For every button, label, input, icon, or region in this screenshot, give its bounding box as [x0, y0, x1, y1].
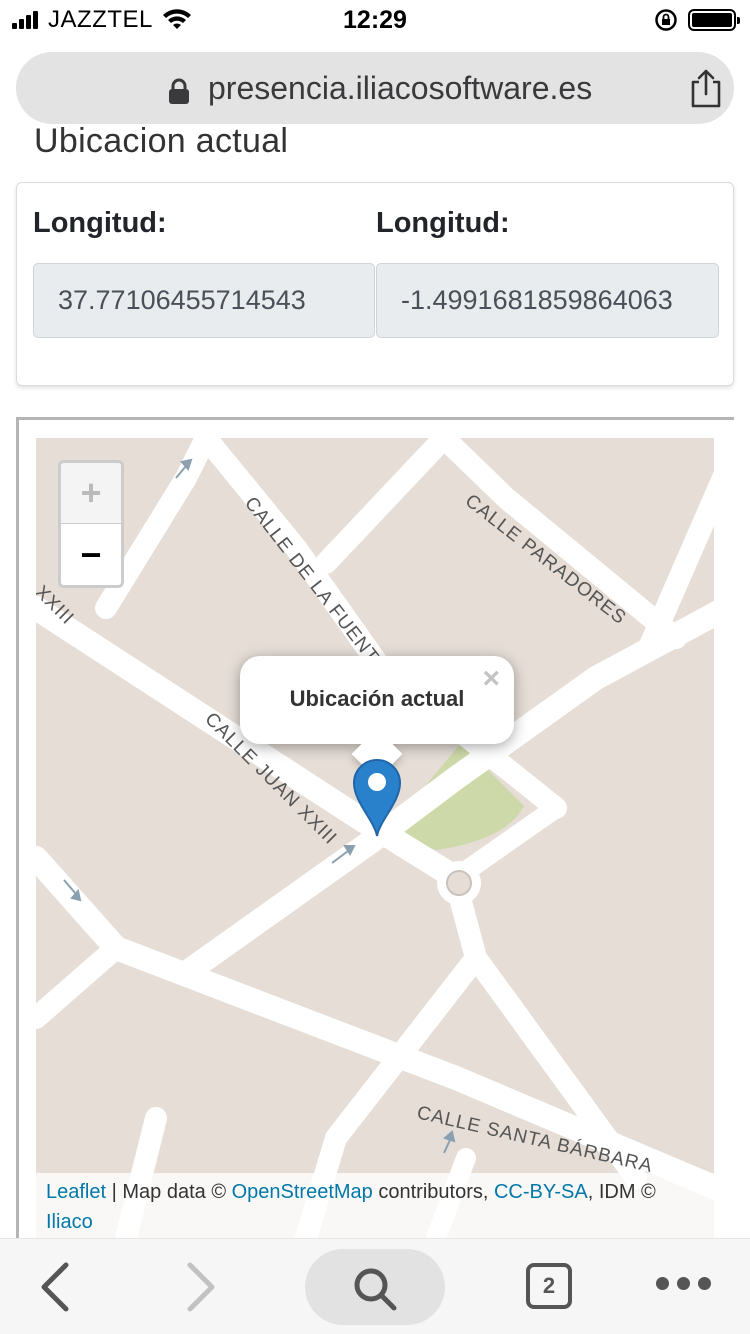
status-right: [654, 8, 740, 32]
back-icon[interactable]: [38, 1255, 72, 1319]
osm-link[interactable]: OpenStreetMap: [232, 1181, 373, 1203]
map[interactable]: CALLE DE LA FUENTE CALLE PARADORES CALLE…: [36, 438, 714, 1238]
status-bar: JAZZTEL 12:29: [0, 0, 750, 40]
longitude-label-left: Longitud:: [33, 207, 167, 239]
lock-icon: [169, 78, 189, 104]
more-icon[interactable]: [656, 1277, 719, 1290]
iliaco-link[interactable]: Iliaco: [46, 1211, 93, 1233]
search-icon: [354, 1268, 397, 1311]
zoom-in-button[interactable]: +: [61, 463, 121, 524]
orientation-lock-icon: [655, 9, 677, 31]
longitude-field[interactable]: -1.4991681859864063: [376, 263, 719, 338]
search-button[interactable]: [305, 1249, 445, 1325]
map-tiles[interactable]: CALLE DE LA FUENTE CALLE PARADORES CALLE…: [36, 438, 714, 1238]
map-attribution: Leaflet | Map data © OpenStreetMap contr…: [36, 1173, 714, 1238]
zoom-out-button[interactable]: −: [61, 524, 121, 585]
longitude-label-right: Longitud:: [376, 207, 510, 239]
attribution-idm: , IDM ©: [587, 1181, 656, 1203]
license-link[interactable]: CC-BY-SA: [494, 1181, 588, 1203]
address-bar[interactable]: presencia.iliacosoftware.es: [16, 52, 734, 124]
coordinates-card: Longitud: Longitud: 37.77106455714543 -1…: [16, 182, 734, 386]
location-marker-icon[interactable]: [352, 758, 402, 838]
map-popup: Ubicación actual ×: [240, 656, 514, 780]
popup-text: Ubicación actual: [289, 686, 465, 711]
status-time: 12:29: [343, 6, 407, 34]
browser-toolbar: 2: [0, 1238, 750, 1334]
tabs-icon[interactable]: 2: [526, 1263, 572, 1309]
popup-close-button[interactable]: ×: [482, 662, 500, 696]
attribution-contributors: contributors,: [372, 1181, 494, 1203]
attribution-sep: | Map data ©: [106, 1181, 232, 1203]
battery-icon: [688, 9, 740, 31]
share-icon[interactable]: [688, 68, 724, 108]
page-title: Ubicacion actual: [34, 122, 289, 160]
forward-icon[interactable]: [184, 1255, 218, 1319]
zoom-control: + −: [58, 460, 124, 588]
latitude-field[interactable]: 37.77106455714543: [33, 263, 375, 338]
url-text[interactable]: presencia.iliacosoftware.es: [208, 70, 592, 107]
leaflet-link[interactable]: Leaflet: [46, 1181, 106, 1203]
